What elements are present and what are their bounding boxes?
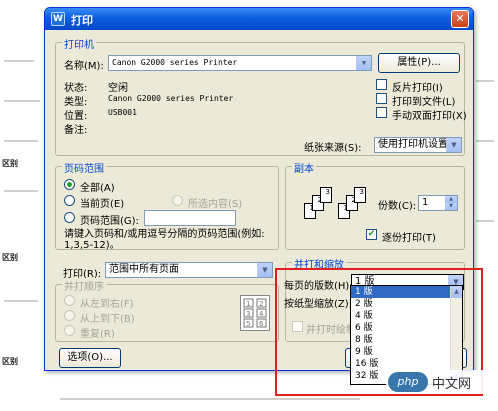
doc-fragment: 区别 <box>2 357 18 366</box>
collate-label: 逐份打印(T) <box>382 233 436 244</box>
top-to-bottom-label: 从上到下(B) <box>80 314 135 325</box>
print-range-select[interactable]: 范围中所有页面 ▼ <box>105 262 273 278</box>
php-watermark: php 中文网 <box>386 370 486 394</box>
svg-text:6: 6 <box>259 320 264 328</box>
reverse-print-label: 反片打印(I) <box>392 83 443 94</box>
paper-source-select[interactable]: 使用打印机设置 ▼ <box>374 137 462 153</box>
reverse-print-checkbox[interactable] <box>376 79 387 90</box>
doc-fragment: 区别 <box>2 253 18 262</box>
printer-group: 打印机 名称(M): Canon G2000 series Printer ▼ … <box>55 36 467 156</box>
page-range-label: 页码范围(G): <box>80 216 139 227</box>
title-bar[interactable]: W 打印 ✕ <box>45 8 473 30</box>
manual-duplex-label: 手动双面打印(X) <box>392 111 467 122</box>
all-pages-radio[interactable] <box>64 179 75 190</box>
doc-line <box>60 398 360 400</box>
collate-checkbox[interactable]: ✔ <box>366 229 377 240</box>
location-value: USB001 <box>108 108 137 117</box>
doc-line <box>476 220 494 222</box>
svg-text:3: 3 <box>246 310 250 318</box>
svg-text:5: 5 <box>246 320 250 328</box>
type-value: Canon G2000 series Printer <box>108 94 234 103</box>
chevron-down-icon: ▼ <box>446 138 461 152</box>
page-range-title: 页码范围 <box>62 160 106 175</box>
doc-line <box>4 190 38 192</box>
left-to-right-label: 从左到右(F) <box>80 299 134 310</box>
printer-name-select[interactable]: Canon G2000 series Printer ▼ <box>108 55 372 71</box>
collate-page-icon: 3 <box>320 187 332 203</box>
left-to-right-radio[interactable] <box>64 295 75 306</box>
page-range-radio[interactable] <box>64 212 75 223</box>
options-button[interactable]: 选项(O)... <box>59 348 121 368</box>
status-value: 空闲 <box>108 83 128 94</box>
copies-group: 副本 1 2 3 1 2 3 份数(C): 1 ▲ ▼ ✔ 逐份打印(T) <box>285 160 465 250</box>
location-label: 位置: <box>64 111 88 122</box>
close-icon: ✕ <box>455 12 465 25</box>
copies-title: 副本 <box>292 160 316 175</box>
type-label: 类型: <box>64 97 88 108</box>
repeat-label: 重复(R) <box>80 329 115 340</box>
wps-app-icon: W <box>51 12 65 26</box>
paper-source-label: 纸张来源(S): <box>304 143 362 154</box>
printer-group-title: 打印机 <box>62 36 96 51</box>
properties-button[interactable]: 属性(P)... <box>378 53 460 73</box>
spin-buttons[interactable]: ▲ ▼ <box>445 196 457 210</box>
svg-text:2: 2 <box>259 300 263 308</box>
spin-down-icon: ▼ <box>445 203 457 210</box>
page-range-hint: 请键入页码和/或用逗号分隔的页码范围(例如: 1,3,5-12)。 <box>64 229 265 251</box>
all-pages-label: 全部(A) <box>80 183 115 194</box>
doc-fragment: 区别 <box>2 159 18 168</box>
svg-text:4: 4 <box>259 310 264 318</box>
dialog-title: 打印 <box>71 14 93 27</box>
copies-label: 份数(C): <box>378 201 417 212</box>
page-range-input[interactable] <box>144 210 236 226</box>
selection-radio[interactable] <box>172 195 183 206</box>
page-range-group: 页码范围 全部(A) 当前页(E) 所选内容(S) 页码范围(G): 请键入页码… <box>55 160 279 251</box>
chevron-down-icon: ▼ <box>257 263 272 277</box>
chevron-down-icon: ▼ <box>356 56 371 70</box>
print-order-group: 并打顺序 从左到右(F) 从上到下(B) 重复(R) 1 2 3 4 5 6 <box>55 278 279 342</box>
doc-line <box>4 300 38 302</box>
doc-line <box>4 100 40 102</box>
doc-line <box>4 60 34 62</box>
collate-page-icon: 3 <box>354 187 366 203</box>
printer-name-label: 名称(M): <box>64 61 104 72</box>
watermark-text: 中文网 <box>432 377 472 392</box>
selection-label: 所选内容(S) <box>188 199 243 210</box>
status-label: 状态: <box>64 83 88 94</box>
comment-label: 备注: <box>64 125 88 136</box>
doc-line <box>4 140 38 142</box>
repeat-radio[interactable] <box>64 325 75 336</box>
doc-line <box>476 140 494 142</box>
order-preview-icon: 1 2 3 4 5 6 <box>240 295 270 331</box>
copies-stepper[interactable]: 1 ▲ ▼ <box>418 195 458 211</box>
print-range-value: 范围中所有页面 <box>109 264 179 275</box>
print-order-title: 并打顺序 <box>62 278 106 293</box>
top-to-bottom-radio[interactable] <box>64 310 75 321</box>
print-to-file-label: 打印到文件(L) <box>392 97 456 108</box>
print-to-file-checkbox[interactable] <box>376 93 387 104</box>
printer-name-value: Canon G2000 series Printer <box>112 58 238 67</box>
copies-value: 1 <box>422 197 429 208</box>
spin-up-icon: ▲ <box>445 196 457 203</box>
manual-duplex-checkbox[interactable] <box>376 107 387 118</box>
php-logo: php <box>388 372 428 392</box>
current-page-label: 当前页(E) <box>80 199 125 210</box>
doc-line <box>476 80 494 82</box>
current-page-radio[interactable] <box>64 195 75 206</box>
svg-text:1: 1 <box>246 300 250 308</box>
paper-source-value: 使用打印机设置 <box>378 139 448 150</box>
close-button[interactable]: ✕ <box>451 10 469 28</box>
